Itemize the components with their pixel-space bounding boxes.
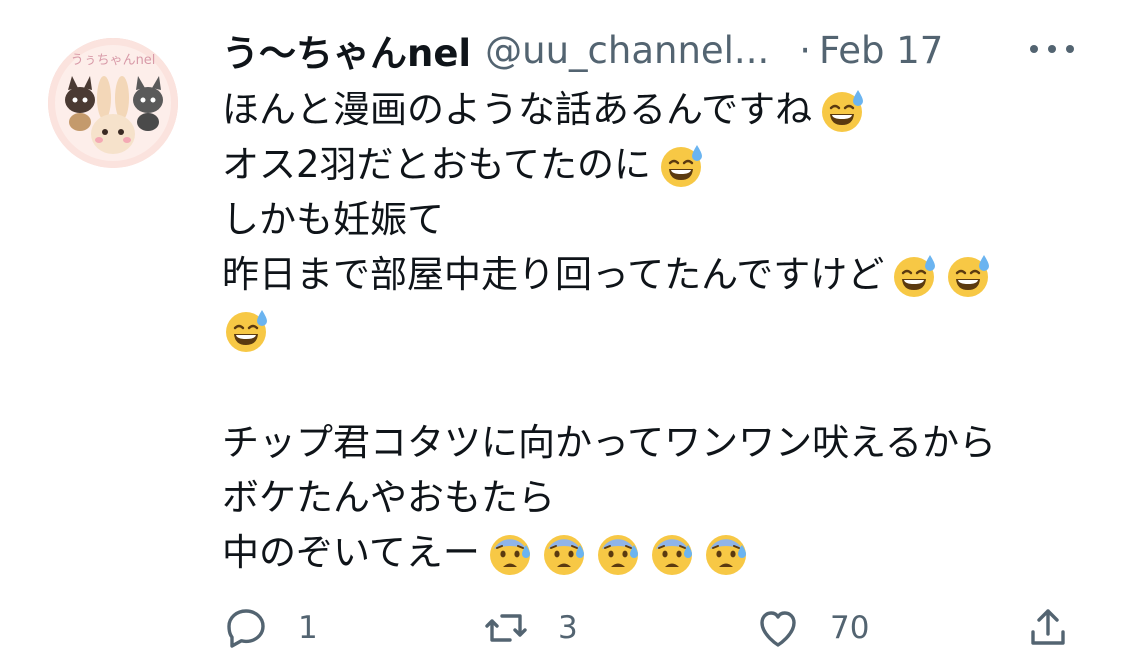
reply-count: 1 (298, 610, 318, 646)
reply-button[interactable]: 1 (222, 598, 318, 658)
avatar-image: うぅちゃんnel (48, 38, 178, 168)
avatar[interactable]: うぅちゃんnel (48, 38, 178, 168)
retweet-icon (485, 614, 527, 642)
tweet-line: チップ君コタツに向かってワンワン吠えるから (222, 415, 1082, 470)
grinning-face-with-sweat-emoji (948, 254, 990, 297)
tweet-line-text: ほんと漫画のような話あるんですね (222, 88, 813, 131)
anxious-face-with-sweat-emoji (651, 534, 692, 575)
separator: · (799, 28, 811, 72)
grinning-face-with-sweat-emoji (822, 89, 864, 132)
tweet-line-text: 昨日まで部屋中走り回ってたんですけど (222, 253, 885, 296)
retweet-button[interactable]: 3 (482, 598, 578, 658)
more-icon-dot (1048, 45, 1056, 53)
grinning-face-with-sweat-emoji (894, 254, 936, 297)
anxious-face-with-sweat-emoji (489, 534, 530, 575)
tweet-line: 中のぞいてえー (222, 525, 1082, 580)
tweet-line: ほんと漫画のような話あるんですね (222, 82, 1082, 137)
tweet-line: 昨日まで部屋中走り回ってたんですけど (222, 247, 1082, 302)
more-icon (1030, 45, 1038, 53)
retweet-count: 3 (558, 610, 578, 646)
tweet-line-text: 中のぞいてえー (222, 531, 480, 574)
more-icon-dot (1066, 45, 1074, 53)
anxious-face-with-sweat-emoji (705, 534, 746, 575)
tweet-line-text: ボケたんやおもたら (222, 476, 555, 519)
grinning-face-with-sweat-emoji (226, 309, 267, 352)
avatar-logo-text: うぅちゃんnel (71, 53, 156, 68)
tweet-line (222, 357, 1082, 415)
more-options-button[interactable] (1030, 34, 1074, 64)
grinning-face-with-sweat-emoji (661, 144, 703, 187)
tweet-line: しかも妊娠て (222, 192, 1082, 247)
action-bar: 1 3 70 (222, 598, 1082, 658)
tweet-header: う〜ちゃんnel @uu_channel... · Feb 17 (222, 22, 943, 78)
like-button[interactable]: 70 (754, 598, 869, 658)
tweet-text: ほんと漫画のような話あるんですね オス2羽だとおもてたのに しかも妊娠て昨日まで部屋… (222, 82, 1082, 580)
reply-icon (227, 609, 265, 648)
user-handle[interactable]: @uu_channel... (485, 29, 769, 72)
heart-icon (760, 611, 796, 647)
display-name[interactable]: う〜ちゃんnel (222, 23, 471, 77)
tweet-line (222, 302, 1082, 357)
tweet-line-text: オス2羽だとおもてたのに (222, 143, 652, 186)
like-count: 70 (830, 610, 870, 646)
tweet-line-text: チップ君コタツに向かってワンワン吠えるから (222, 421, 997, 464)
tweet-line-text: しかも妊娠て (222, 198, 444, 241)
anxious-face-with-sweat-emoji (597, 534, 638, 575)
tweet[interactable]: うぅちゃんnel う〜ちゃんnel @uu_channel... · Feb 1… (0, 0, 1125, 672)
share-icon (1031, 609, 1065, 645)
tweet-line: ボケたんやおもたら (222, 470, 1082, 525)
anxious-face-with-sweat-emoji (543, 534, 584, 575)
tweet-date[interactable]: Feb 17 (819, 29, 943, 72)
tweet-line: オス2羽だとおもてたのに (222, 137, 1082, 192)
share-button[interactable] (1024, 598, 1072, 658)
